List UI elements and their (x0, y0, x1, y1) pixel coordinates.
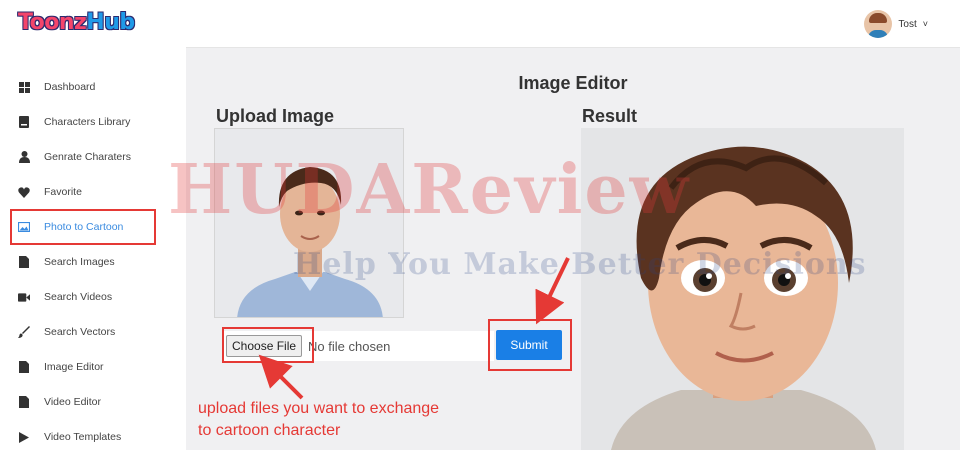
sidebar-item-label: Favorite (44, 186, 82, 198)
sidebar-item-label: Video Editor (44, 396, 102, 408)
page-title: Image Editor (518, 73, 628, 93)
upload-section-title: Upload Image (216, 106, 335, 126)
image-icon (18, 221, 30, 233)
file-icon (18, 396, 30, 408)
sidebar-item-image-editor[interactable]: Image Editor (0, 350, 186, 384)
sidebar-item-favorite[interactable]: Favorite (0, 175, 186, 209)
sidebar-item-label: Video Templates (44, 431, 122, 443)
sidebar-item-label: Search Vectors (44, 326, 116, 338)
choose-file-button[interactable]: Choose File (226, 335, 303, 357)
sidebar-item-video-templates[interactable]: Video Templates (0, 420, 186, 450)
grid-icon (18, 81, 30, 93)
annotation-note: upload files you want to exchange to car… (198, 398, 439, 442)
sidebar-item-dashboard[interactable]: Dashboard (0, 70, 186, 104)
logo-part-toonz: Toonz (18, 10, 87, 35)
sidebar-item-characters-library[interactable]: Characters Library (0, 105, 186, 139)
user-menu[interactable]: Tost ˅ (864, 10, 928, 38)
sidebar-item-label: Genrate Charaters (44, 151, 131, 163)
file-status-text: No file chosen (308, 338, 391, 354)
avatar (864, 10, 893, 38)
sidebar-item-search-vectors[interactable]: Search Vectors (0, 315, 186, 349)
brush-icon (18, 326, 30, 338)
cartoon-result-image (581, 128, 904, 450)
annotation-line-2: to cartoon character (198, 422, 341, 439)
sidebar-item-video-editor[interactable]: Video Editor (0, 385, 186, 419)
logo-part-hub: Hub (86, 10, 135, 35)
sidebar-item-search-images[interactable]: Search Images (0, 245, 186, 279)
sidebar-item-photo-to-cartoon[interactable]: Photo to Cartoon (0, 210, 186, 244)
app-logo[interactable]: ToonzHub (18, 10, 135, 35)
sidebar-item-label: Dashboard (44, 81, 96, 93)
sidebar-item-search-videos[interactable]: Search Videos (0, 280, 186, 314)
result-section-title: Result (582, 106, 638, 126)
topbar: Tost ˅ (186, 0, 960, 48)
sidebar-item-label: Photo to Cartoon (44, 221, 124, 233)
sidebar-item-label: Search Videos (44, 291, 113, 303)
sidebar-item-generate-characters[interactable]: Genrate Charaters (0, 140, 186, 174)
chevron-down-icon: ˅ (922, 19, 928, 29)
user-name: Tost (898, 18, 917, 30)
submit-button[interactable]: Submit (496, 330, 562, 360)
heart-icon (18, 186, 30, 198)
app-root: ToonzHub Dashboard Characters Library Ge… (0, 0, 960, 450)
user-icon (18, 151, 30, 163)
sidebar: ToonzHub Dashboard Characters Library Ge… (0, 0, 186, 450)
book-icon (18, 116, 30, 128)
sidebar-item-label: Search Images (44, 256, 115, 268)
main-content: Image Editor Upload Image Result Choose … (186, 48, 960, 450)
file-icon (18, 256, 30, 268)
uploaded-photo (214, 128, 404, 318)
sidebar-item-label: Image Editor (44, 361, 104, 373)
play-icon (18, 431, 30, 443)
sidebar-item-label: Characters Library (44, 116, 131, 128)
file-input-row: Choose File No file chosen (222, 331, 494, 361)
annotation-line-1: upload files you want to exchange (198, 400, 440, 417)
video-icon (18, 291, 30, 303)
file-icon (18, 361, 30, 373)
